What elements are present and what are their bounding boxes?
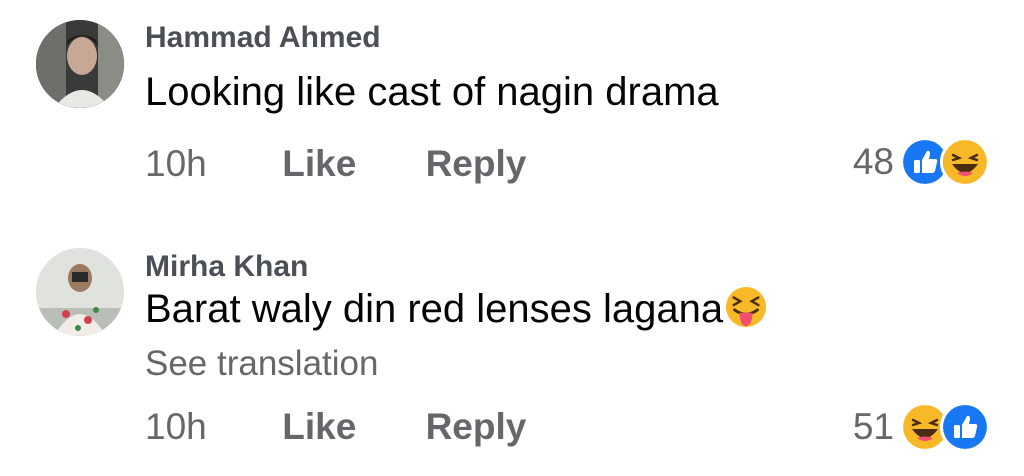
like-button[interactable]: Like bbox=[282, 143, 415, 185]
comment-text: Barat waly din red lenses lagana bbox=[145, 286, 767, 332]
comment-timestamp[interactable]: 10h bbox=[145, 406, 272, 448]
reaction-count: 48 bbox=[852, 141, 894, 182]
comment-author[interactable]: Mirha Khan bbox=[145, 250, 308, 284]
like-button[interactable]: Like bbox=[282, 406, 415, 448]
comment-text: Looking like cast of nagin drama bbox=[145, 70, 719, 114]
comment: Mirha Khan Barat waly din red lenses lag… bbox=[0, 230, 1024, 476]
avatar[interactable] bbox=[36, 20, 124, 108]
see-translation-link[interactable]: See translation bbox=[145, 344, 378, 384]
reply-button[interactable]: Reply bbox=[426, 143, 527, 185]
avatar-photo bbox=[36, 20, 124, 108]
comment: Hammad Ahmed Looking like cast of nagin … bbox=[0, 0, 1024, 230]
comment-text-body: Barat waly din red lenses lagana bbox=[145, 287, 724, 331]
avatar-photo bbox=[36, 248, 124, 336]
haha-icon bbox=[940, 137, 990, 187]
reaction-summary[interactable]: 51 bbox=[853, 402, 990, 452]
squinting-tongue-emoji bbox=[726, 286, 767, 328]
reply-button[interactable]: Reply bbox=[426, 406, 527, 448]
avatar[interactable] bbox=[36, 248, 124, 336]
like-icon bbox=[940, 402, 990, 452]
comment-actions: 10h Like Reply bbox=[145, 143, 526, 185]
reaction-summary[interactable]: 48 bbox=[853, 137, 990, 187]
comment-timestamp[interactable]: 10h bbox=[145, 143, 272, 185]
comment-actions: 10h Like Reply bbox=[145, 406, 526, 448]
reaction-count: 51 bbox=[852, 406, 894, 447]
comment-author[interactable]: Hammad Ahmed bbox=[145, 21, 381, 55]
